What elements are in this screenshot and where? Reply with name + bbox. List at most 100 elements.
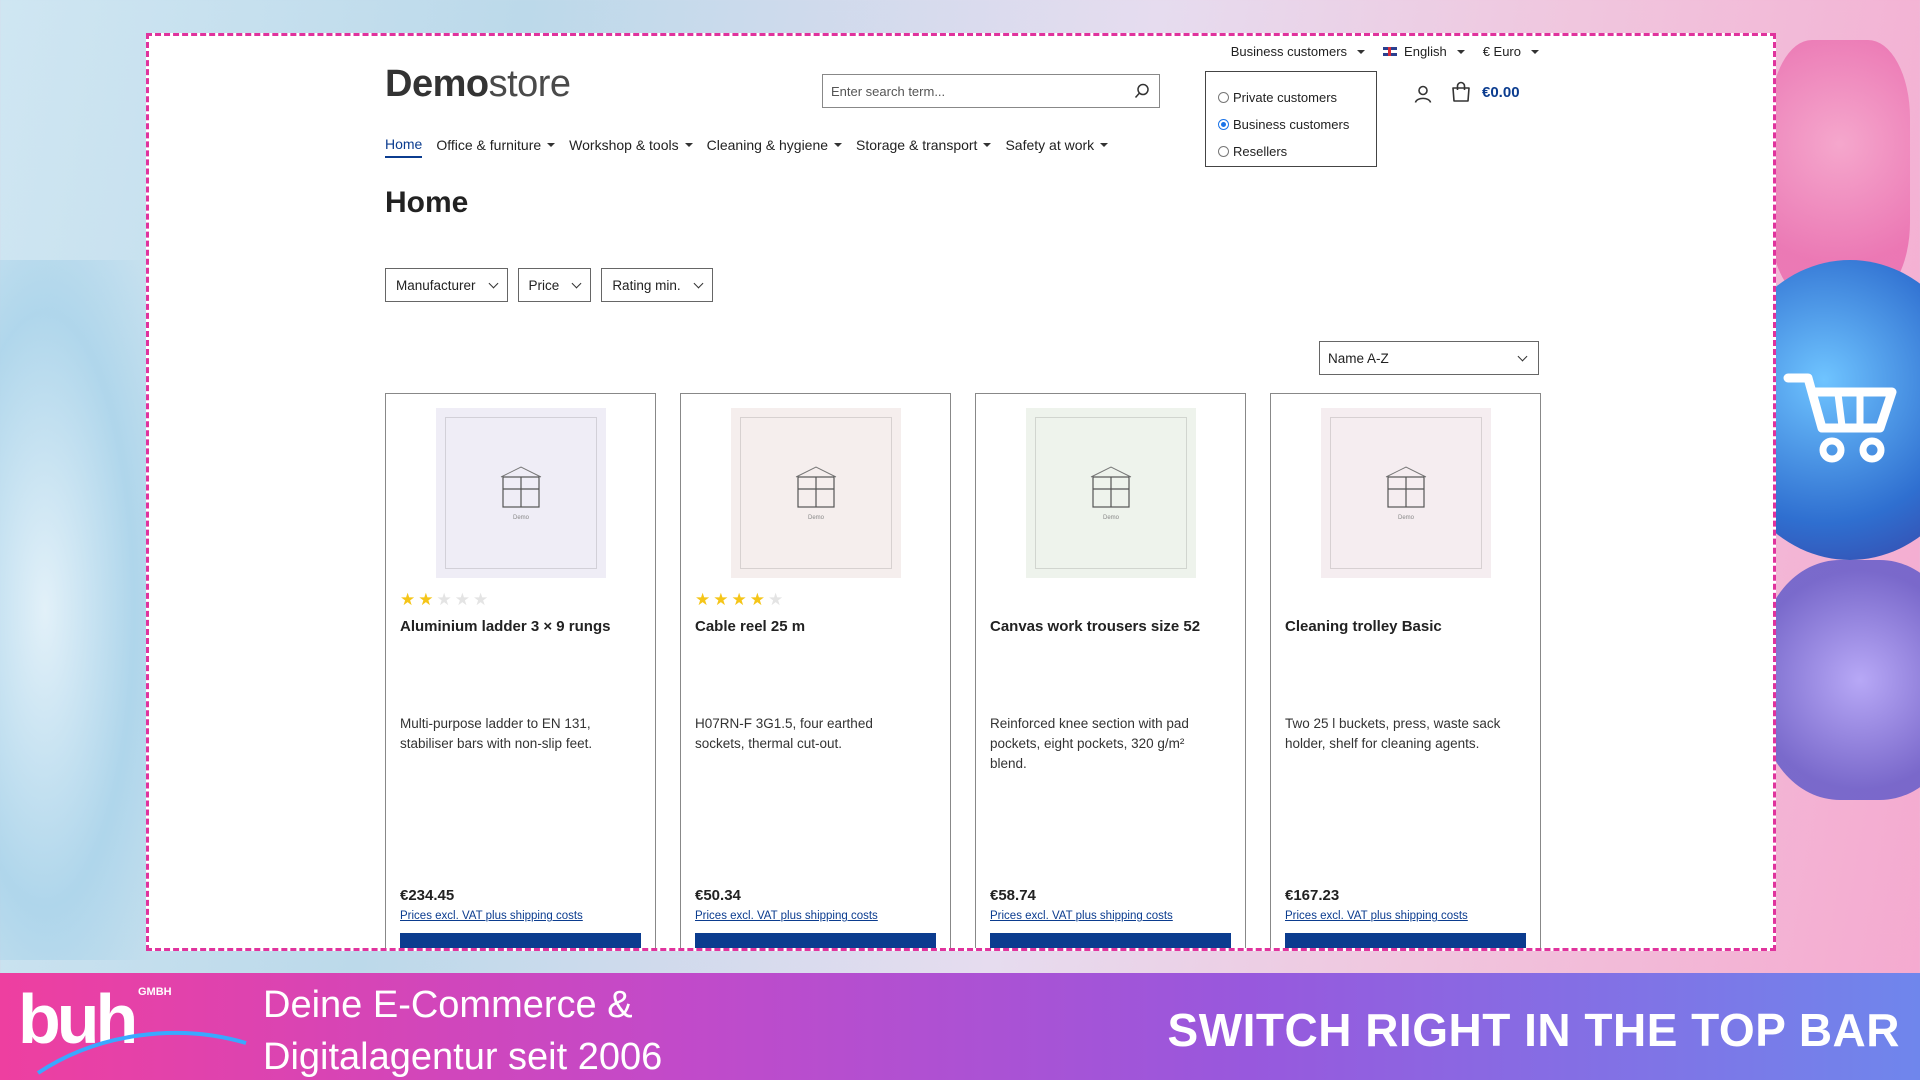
product-grid: Demo ★ ★ ★ ★ ★ Aluminium ladder 3 × 9 rungs …	[385, 393, 1541, 948]
nav-item-label: Safety at work	[1005, 137, 1095, 153]
product-image-placeholder: Demo	[1035, 417, 1187, 569]
filter-bar: Manufacturer Price Rating min.	[385, 268, 713, 302]
sort-label: Name A-Z	[1328, 350, 1389, 366]
product-image-placeholder: Demo	[445, 417, 597, 569]
placeholder-text: Demo	[1102, 515, 1119, 521]
nav-item-label: Workshop & tools	[569, 137, 679, 153]
search-input[interactable]	[823, 83, 1125, 99]
radio-button[interactable]	[1218, 92, 1229, 103]
product-image[interactable]: Demo	[1026, 408, 1196, 578]
banner-tagline: Deine E-Commerce & Digitalagentur seit 2…	[263, 979, 662, 1080]
product-description: Two 25 l buckets, press, waste sack hold…	[1285, 716, 1501, 751]
radio-button[interactable]	[1218, 119, 1229, 130]
logo-bold: Demo	[385, 63, 489, 105]
add-to-cart-button[interactable]	[400, 933, 641, 948]
add-to-cart-button[interactable]	[695, 933, 936, 948]
star-icon: ★	[768, 590, 784, 609]
product-card[interactable]: Demo ★ ★ ★ ★ ★ Cable reel 25 m H07RN-F 3G1.5…	[680, 393, 951, 948]
product-card[interactable]: Demo Cleaning trolley Basic Two 25 l buc…	[1270, 393, 1541, 948]
radio-resellers[interactable]: Resellers	[1218, 138, 1376, 165]
placeholder-box-icon	[500, 466, 542, 508]
radio-label: Resellers	[1233, 144, 1288, 159]
product-name[interactable]: Aluminium ladder 3 × 9 rungs	[400, 618, 645, 635]
placeholder-box-icon	[795, 466, 837, 508]
nav-item-storage-transport[interactable]: Storage & transport	[856, 136, 992, 158]
product-name[interactable]: Cable reel 25 m	[695, 618, 940, 635]
nav-item-label: Home	[385, 136, 423, 152]
caret-down-icon	[547, 143, 556, 147]
uk-flag-icon	[1383, 47, 1398, 56]
nav-item-label: Cleaning & hygiene	[706, 137, 829, 153]
radio-business-customers[interactable]: Business customers	[1218, 111, 1376, 138]
logo-light: store	[488, 63, 571, 105]
customer-type-label: Business customers	[1230, 44, 1348, 59]
product-card[interactable]: Demo Canvas work trousers size 52 Reinfo…	[975, 393, 1246, 948]
caret-down-icon	[834, 143, 843, 147]
add-to-cart-button[interactable]	[990, 933, 1231, 948]
caret-down-icon	[983, 143, 992, 147]
product-name[interactable]: Cleaning trolley Basic	[1285, 618, 1530, 635]
cart-amount: €0.00	[1482, 83, 1520, 101]
account-icon[interactable]	[1413, 84, 1433, 109]
language-dropdown[interactable]: English	[1383, 44, 1465, 59]
nav-item-label: Office & furniture	[436, 137, 542, 153]
background-decoration-pink	[1770, 40, 1910, 300]
star-icon: ★	[454, 590, 470, 609]
chevron-down-icon	[1517, 351, 1528, 361]
star-icon: ★	[436, 590, 452, 609]
vat-shipping-link[interactable]: Prices excl. VAT plus shipping costs	[990, 910, 1173, 922]
radio-private-customers[interactable]: Private customers	[1218, 84, 1376, 111]
placeholder-text: Demo	[807, 515, 824, 521]
cart-button[interactable]: €0.00	[1450, 81, 1520, 103]
main-navigation: Home Office & furniture Workshop & tools…	[385, 136, 1109, 158]
search-bar	[822, 74, 1160, 108]
tagline-line-1: Deine E-Commerce &	[263, 984, 633, 1026]
vat-shipping-link[interactable]: Prices excl. VAT plus shipping costs	[695, 910, 878, 922]
star-icon: ★	[400, 590, 416, 609]
add-to-cart-button[interactable]	[1285, 933, 1526, 948]
vat-shipping-link[interactable]: Prices excl. VAT plus shipping costs	[1285, 910, 1468, 922]
page-title: Home	[385, 186, 469, 219]
product-price: €234.45	[400, 887, 455, 904]
nav-item-workshop-tools[interactable]: Workshop & tools	[569, 136, 693, 158]
rating-stars: ★ ★ ★ ★ ★	[695, 591, 783, 608]
filter-label: Price	[528, 277, 560, 293]
product-name[interactable]: Canvas work trousers size 52	[990, 618, 1235, 635]
radio-button[interactable]	[1218, 146, 1229, 157]
product-image[interactable]: Demo	[731, 408, 901, 578]
caret-down-icon	[1456, 49, 1465, 54]
store-logo[interactable]: Demostore	[385, 63, 571, 106]
filter-manufacturer[interactable]: Manufacturer	[385, 268, 508, 302]
star-icon: ★	[713, 590, 729, 609]
bottom-banner: buh GMBH Deine E-Commerce & Digitalagent…	[0, 973, 1920, 1080]
placeholder-text: Demo	[512, 515, 529, 521]
customer-type-dropdown[interactable]: Business customers	[1230, 44, 1366, 59]
nav-item-office-furniture[interactable]: Office & furniture	[436, 136, 556, 158]
buh-logo: buh GMBH	[18, 980, 247, 1075]
product-image-placeholder: Demo	[1330, 417, 1482, 569]
chevron-down-icon	[488, 278, 498, 288]
caret-down-icon	[684, 143, 693, 147]
nav-item-home[interactable]: Home	[385, 136, 423, 158]
svg-text:GMBH: GMBH	[138, 986, 172, 998]
search-icon[interactable]	[1125, 83, 1159, 99]
chevron-down-icon	[571, 278, 582, 288]
star-icon: ★	[749, 590, 765, 609]
banner-cta: SWITCH RIGHT IN THE TOP BAR	[1167, 1004, 1900, 1056]
caret-down-icon	[1100, 143, 1109, 147]
filter-rating[interactable]: Rating min.	[601, 268, 713, 302]
nav-item-label: Storage & transport	[856, 137, 978, 153]
nav-item-cleaning-hygiene[interactable]: Cleaning & hygiene	[706, 136, 843, 158]
sort-select[interactable]: Name A-Z	[1319, 341, 1539, 375]
caret-down-icon	[1357, 49, 1366, 54]
filter-price[interactable]: Price	[517, 268, 592, 302]
currency-label: € Euro	[1482, 44, 1521, 59]
screenshot-frame: Business customers English € Euro Demost…	[146, 33, 1776, 951]
vat-shipping-link[interactable]: Prices excl. VAT plus shipping costs	[400, 910, 583, 922]
currency-dropdown[interactable]: € Euro	[1483, 44, 1539, 59]
nav-item-safety-at-work[interactable]: Safety at work	[1005, 136, 1109, 158]
star-icon: ★	[473, 590, 489, 609]
product-image[interactable]: Demo	[436, 408, 606, 578]
product-card[interactable]: Demo ★ ★ ★ ★ ★ Aluminium ladder 3 × 9 rungs …	[385, 393, 656, 948]
product-image[interactable]: Demo	[1321, 408, 1491, 578]
